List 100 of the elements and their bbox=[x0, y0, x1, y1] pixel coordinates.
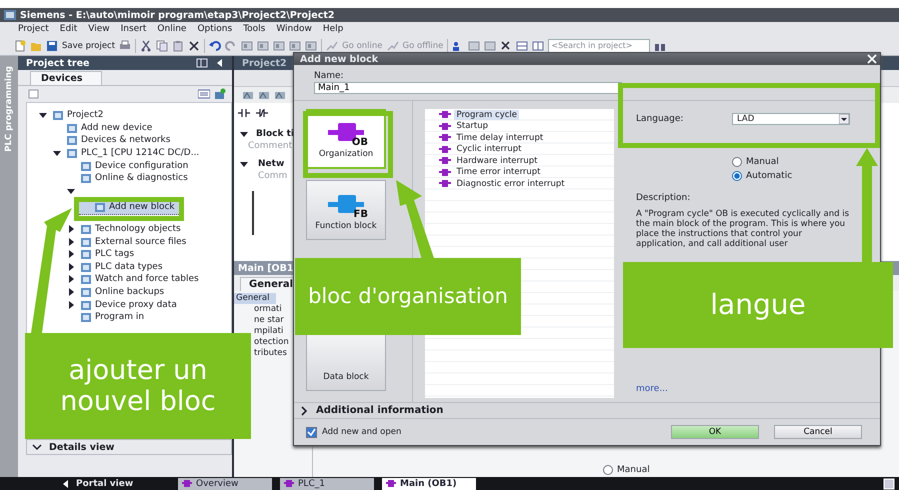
vertical-split-icon[interactable] bbox=[532, 40, 544, 52]
name-field[interactable]: Main_1 bbox=[314, 82, 622, 94]
taskbar-tab[interactable]: Main (OB1) bbox=[382, 478, 476, 490]
menu-item[interactable]: Insert bbox=[120, 24, 146, 34]
taskbar-tab[interactable]: Overview bbox=[178, 478, 272, 490]
overview-icon[interactable] bbox=[198, 88, 210, 100]
folder-icon bbox=[80, 311, 92, 324]
search-field[interactable]: <Search in project> bbox=[548, 38, 650, 52]
tree-item[interactable]: Add new device bbox=[51, 122, 152, 134]
menu-item[interactable]: Window bbox=[276, 24, 312, 34]
folder-icon bbox=[66, 134, 78, 146]
tree-label: Watch and force tables bbox=[95, 274, 199, 284]
tree-item[interactable]: Project2 bbox=[37, 109, 104, 122]
portal-view-label: Portal view bbox=[76, 478, 134, 488]
tool-grid-icon[interactable] bbox=[257, 40, 270, 52]
tree-item[interactable]: Online backups bbox=[65, 286, 164, 298]
tree-label: Technology objects bbox=[95, 224, 181, 234]
folder-icon bbox=[52, 109, 64, 122]
block-type-item[interactable]: Time delay interrupt bbox=[454, 132, 546, 143]
folder-icon bbox=[80, 248, 92, 260]
menu-item[interactable]: Options bbox=[197, 24, 232, 34]
radio-button[interactable] bbox=[603, 465, 613, 475]
menu-item[interactable]: View bbox=[88, 24, 110, 34]
radio-button[interactable] bbox=[732, 171, 742, 181]
portal-view-button[interactable]: Portal view bbox=[60, 478, 170, 490]
tool-grid-icon[interactable] bbox=[289, 40, 302, 52]
tree-item[interactable]: PLC_1 [CPU 1214C DC/D... bbox=[51, 146, 200, 160]
window-split-icon[interactable] bbox=[468, 40, 480, 52]
properties-item[interactable]: General bbox=[234, 293, 276, 304]
checkbox-label: Add new and open bbox=[322, 427, 402, 437]
split-view-icon[interactable] bbox=[883, 478, 895, 490]
menu-item[interactable]: Tools bbox=[243, 24, 266, 34]
tree-item[interactable]: External source files bbox=[65, 235, 186, 248]
close-all-icon[interactable] bbox=[500, 40, 512, 52]
block-icon bbox=[439, 156, 452, 166]
tree-label: External source files bbox=[95, 236, 186, 247]
additional-information-header[interactable]: Additional information bbox=[294, 402, 880, 419]
tool-grid-icon[interactable] bbox=[241, 40, 254, 52]
new-project-icon[interactable] bbox=[14, 40, 26, 52]
menu-item[interactable]: Online bbox=[157, 24, 186, 34]
details-view-label: Details view bbox=[49, 442, 114, 452]
tree-item[interactable]: Technology objects bbox=[65, 222, 181, 236]
contact-icon[interactable] bbox=[256, 107, 268, 119]
more-link[interactable]: more... bbox=[636, 384, 850, 394]
tree-item[interactable]: PLC tags bbox=[65, 248, 134, 261]
folder-icon bbox=[80, 260, 92, 273]
tree-item[interactable]: Device configuration bbox=[65, 159, 188, 172]
tree-item[interactable]: PLC data types bbox=[65, 260, 163, 274]
name-label: Name: bbox=[314, 71, 345, 81]
scissors-icon[interactable] bbox=[140, 40, 152, 52]
block-type-item[interactable]: Startup bbox=[454, 121, 490, 132]
tree-item[interactable]: Device proxy data bbox=[65, 298, 177, 311]
block-type-item[interactable]: Hardware interrupt bbox=[454, 156, 540, 166]
check-mark-icon bbox=[307, 428, 316, 436]
language-dropdown[interactable]: LAD bbox=[732, 113, 850, 125]
tool-grid-icon[interactable] bbox=[273, 40, 286, 52]
copy-icon[interactable] bbox=[156, 40, 168, 52]
cancel-button[interactable]: Cancel bbox=[774, 425, 862, 439]
printer-icon[interactable] bbox=[119, 40, 132, 52]
annotation-callout: langue bbox=[623, 262, 893, 348]
tool-grid-icon[interactable] bbox=[305, 40, 318, 52]
add-device-icon[interactable] bbox=[214, 88, 226, 100]
radio-button[interactable] bbox=[732, 157, 742, 167]
tree-item[interactable]: Devices & networks bbox=[51, 134, 170, 147]
block-type-item[interactable]: Program cycle bbox=[454, 110, 520, 120]
menu-item[interactable]: Help bbox=[322, 24, 344, 34]
radio-label: Manual bbox=[746, 157, 779, 167]
block-icon bbox=[439, 110, 452, 120]
folder-icon bbox=[80, 298, 92, 311]
taskbar-tab[interactable]: PLC_1 bbox=[280, 478, 374, 490]
folder-icon bbox=[80, 236, 92, 248]
tree-item[interactable]: Watch and force tables bbox=[65, 273, 199, 286]
block-type-item[interactable]: Cyclic interrupt bbox=[454, 144, 524, 154]
folder-icon bbox=[80, 286, 92, 298]
block-type-item[interactable]: Time error interrupt bbox=[454, 167, 543, 178]
description-label: Description: bbox=[636, 193, 692, 203]
details-view-header[interactable]: Details view bbox=[26, 439, 232, 455]
horizontal-split-icon[interactable] bbox=[516, 40, 528, 52]
ok-button[interactable]: OK bbox=[671, 425, 759, 439]
contact-icon[interactable] bbox=[238, 107, 250, 119]
block-type-item[interactable]: Diagnostic error interrupt bbox=[454, 178, 567, 189]
folder-icon bbox=[80, 223, 92, 236]
tree-item[interactable]: Program in bbox=[65, 310, 144, 324]
checkbox[interactable] bbox=[306, 426, 317, 438]
save-icon[interactable] bbox=[46, 40, 58, 52]
menu-item[interactable]: Edit bbox=[60, 24, 78, 34]
tree-label: Online backups bbox=[95, 287, 164, 298]
breadcrumb[interactable]: Project2 bbox=[242, 58, 287, 68]
tree-label: PLC data types bbox=[95, 262, 163, 272]
devices-tab[interactable]: Devices bbox=[30, 71, 102, 85]
menu-item[interactable]: Project bbox=[18, 24, 49, 34]
undo-icon[interactable] bbox=[209, 40, 222, 52]
block-type-button[interactable]: FB Function block bbox=[306, 180, 386, 240]
delete-icon[interactable] bbox=[188, 40, 200, 52]
save-project-button[interactable]: Save project bbox=[62, 40, 116, 50]
new-window-icon[interactable] bbox=[28, 88, 40, 100]
close-icon[interactable] bbox=[866, 53, 878, 65]
tree-label: Add new block bbox=[109, 202, 175, 212]
panel-layout-icon[interactable] bbox=[196, 57, 208, 69]
tree-item[interactable]: Online & diagnostics bbox=[65, 172, 188, 185]
